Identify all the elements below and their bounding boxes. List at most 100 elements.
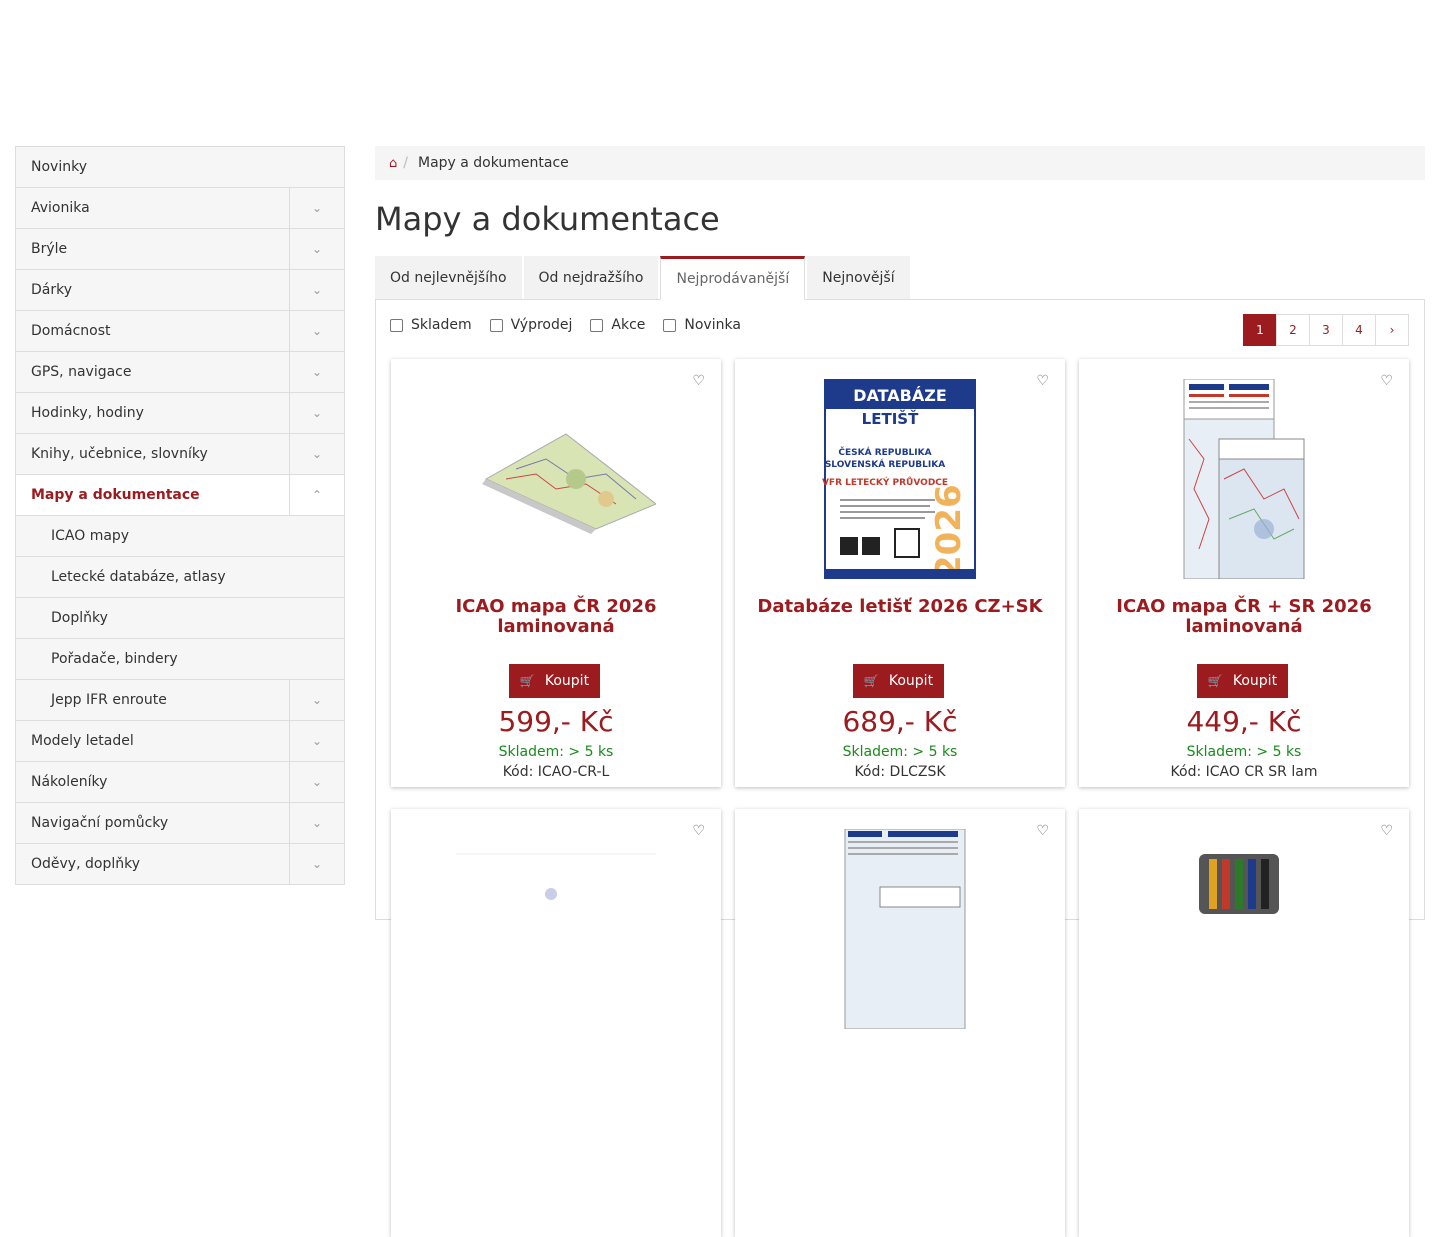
sidebar-item-label[interactable]: Modely letadel: [16, 733, 289, 749]
chevron-down-icon[interactable]: ⌄: [289, 352, 344, 392]
product-title[interactable]: ICAO mapa ČR 2026 laminovaná: [411, 597, 701, 637]
chevron-down-icon[interactable]: ⌄: [289, 844, 344, 884]
buy-button-label: Koupit: [888, 673, 934, 689]
sidebar-item-label[interactable]: Letecké databáze, atlasy: [16, 569, 344, 585]
home-icon[interactable]: ⌂: [389, 156, 397, 171]
sort-tab[interactable]: Nejnovější: [807, 256, 910, 299]
sidebar-item-label[interactable]: Hodinky, hodiny: [16, 405, 289, 421]
buy-button[interactable]: 🛒 Koupit: [853, 664, 944, 698]
chevron-down-icon[interactable]: ⌄: [289, 434, 344, 474]
buy-button[interactable]: 🛒 Koupit: [1197, 664, 1288, 698]
product-image[interactable]: [800, 829, 1000, 1029]
sidebar-item[interactable]: Navigační pomůcky ⌄: [15, 803, 345, 844]
sidebar-item[interactable]: Mapy a dokumentace ⌃: [15, 475, 345, 516]
heart-icon[interactable]: ♡: [1036, 823, 1049, 839]
breadcrumb: ⌂ / Mapy a dokumentace: [375, 146, 1425, 180]
product-card[interactable]: ♡ ICAO mapa ČR + SR 2026 laminovaná 🛒 Kou…: [1079, 359, 1409, 787]
sidebar-item-label[interactable]: GPS, navigace: [16, 364, 289, 380]
sidebar-item-label[interactable]: Domácnost: [16, 323, 289, 339]
sidebar-item-label[interactable]: Nákoleníky: [16, 774, 289, 790]
heart-icon[interactable]: ♡: [1036, 373, 1049, 389]
product-image-book[interactable]: DATABÁZE LETIŠŤ ČESKÁ REPUBLIKA SLOVENSK…: [800, 379, 1000, 579]
chevron-down-icon[interactable]: ⌄: [289, 229, 344, 269]
filter-checkbox[interactable]: Akce: [590, 317, 645, 333]
sidebar-item-label[interactable]: Jepp IFR enroute: [16, 692, 289, 708]
buy-button-label: Koupit: [1232, 673, 1278, 689]
chevron-up-icon[interactable]: ⌃: [289, 475, 344, 515]
product-card[interactable]: ♡ DATABÁZE LETIŠŤ ČESKÁ REPUBLIKA SLOVEN…: [735, 359, 1065, 787]
page-link[interactable]: 2: [1276, 314, 1310, 346]
checkbox[interactable]: [489, 318, 503, 332]
sidebar-item-label[interactable]: Mapy a dokumentace: [16, 487, 289, 503]
filter-checkbox[interactable]: Výprodej: [489, 317, 572, 333]
product-card[interactable]: ♡: [735, 809, 1065, 1237]
sidebar-item-label[interactable]: Knihy, učebnice, slovníky: [16, 446, 289, 462]
product-image-map[interactable]: [456, 379, 656, 579]
heart-icon[interactable]: ♡: [692, 373, 705, 389]
filter-label: Skladem: [411, 317, 472, 333]
sidebar-item[interactable]: Jepp IFR enroute ⌄: [15, 680, 345, 721]
chevron-down-icon[interactable]: ⌄: [289, 188, 344, 228]
sidebar-item[interactable]: Doplňky: [15, 598, 345, 639]
sidebar-item[interactable]: GPS, navigace ⌄: [15, 352, 345, 393]
chevron-down-icon[interactable]: ⌄: [289, 393, 344, 433]
checkbox[interactable]: [390, 318, 403, 332]
filter-checkbox[interactable]: Novinka: [663, 317, 741, 333]
product-image[interactable]: [1144, 829, 1344, 1029]
sidebar-item-label[interactable]: Avionika: [16, 200, 289, 216]
breadcrumb-current: Mapy a dokumentace: [417, 155, 569, 171]
chevron-down-icon[interactable]: ⌄: [289, 803, 344, 843]
product-card[interactable]: ♡: [1079, 809, 1409, 1237]
sidebar-item[interactable]: Nákoleníky ⌄: [15, 762, 345, 803]
sidebar-item-label[interactable]: Pořadače, bindery: [16, 651, 344, 667]
heart-icon[interactable]: ♡: [1380, 823, 1393, 839]
sidebar-item-label[interactable]: Dárky: [16, 282, 289, 298]
sidebar-item[interactable]: Pořadače, bindery: [15, 639, 345, 680]
chevron-down-icon[interactable]: ⌄: [289, 270, 344, 310]
sidebar-item-label[interactable]: Novinky: [16, 159, 344, 175]
page-link[interactable]: 1: [1243, 314, 1277, 346]
sidebar-item-label[interactable]: Oděvy, doplňky: [16, 856, 289, 872]
page-title: Mapy a dokumentace: [375, 200, 720, 238]
sidebar-item-label[interactable]: Brýle: [16, 241, 289, 257]
heart-icon[interactable]: ♡: [692, 823, 705, 839]
heart-icon[interactable]: ♡: [1380, 373, 1393, 389]
product-image-maps[interactable]: [1144, 379, 1344, 579]
page-link[interactable]: 3: [1309, 314, 1343, 346]
page-link[interactable]: 4: [1342, 314, 1376, 346]
product-title[interactable]: Databáze letišť 2026 CZ+SK: [755, 597, 1045, 617]
sidebar-item[interactable]: Dárky ⌄: [15, 270, 345, 311]
product-image[interactable]: [456, 829, 656, 1029]
chevron-down-icon[interactable]: ⌄: [289, 680, 344, 720]
product-card[interactable]: ♡ ICAO mapa ČR 2026 laminovaná 🛒 Koupit 5…: [391, 359, 721, 787]
checkbox[interactable]: [663, 318, 677, 332]
sidebar-item[interactable]: Knihy, učebnice, slovníky ⌄: [15, 434, 345, 475]
main-content: ⌂ / Mapy a dokumentace Mapy a dokumentac…: [375, 146, 1425, 1237]
chevron-down-icon[interactable]: ⌄: [289, 311, 344, 351]
sort-tab[interactable]: Od nejdražšího: [523, 256, 659, 299]
checkbox[interactable]: [590, 318, 604, 332]
sidebar-item[interactable]: Avionika ⌄: [15, 188, 345, 229]
sidebar-item[interactable]: Brýle ⌄: [15, 229, 345, 270]
filter-checkbox[interactable]: Skladem: [390, 317, 472, 333]
sidebar-item[interactable]: Domácnost ⌄: [15, 311, 345, 352]
sidebar-item-label[interactable]: ICAO mapy: [16, 528, 344, 544]
product-stock: Skladem: > 5 ks: [498, 744, 614, 760]
sidebar-item[interactable]: ICAO mapy: [15, 516, 345, 557]
sidebar-item[interactable]: Letecké databáze, atlasy: [15, 557, 345, 598]
sort-tab[interactable]: Od nejlevnějšího: [375, 256, 522, 299]
sidebar-item[interactable]: Hodinky, hodiny ⌄: [15, 393, 345, 434]
chevron-down-icon[interactable]: ⌄: [289, 762, 344, 802]
sidebar-item[interactable]: Modely letadel ⌄: [15, 721, 345, 762]
next-page-icon[interactable]: ›: [1375, 314, 1409, 346]
sidebar-item[interactable]: Oděvy, doplňky ⌄: [15, 844, 345, 885]
chevron-down-icon[interactable]: ⌄: [289, 721, 344, 761]
product-price: 599,- Kč: [498, 705, 614, 738]
sort-tab[interactable]: Nejprodávanější: [660, 256, 806, 300]
buy-button[interactable]: 🛒 Koupit: [509, 664, 600, 698]
sidebar-item-label[interactable]: Navigační pomůcky: [16, 815, 289, 831]
product-card[interactable]: ♡: [391, 809, 721, 1237]
product-title[interactable]: ICAO mapa ČR + SR 2026 laminovaná: [1099, 597, 1389, 637]
sidebar-item-label[interactable]: Doplňky: [16, 610, 344, 626]
sidebar-item[interactable]: Novinky: [15, 146, 345, 188]
